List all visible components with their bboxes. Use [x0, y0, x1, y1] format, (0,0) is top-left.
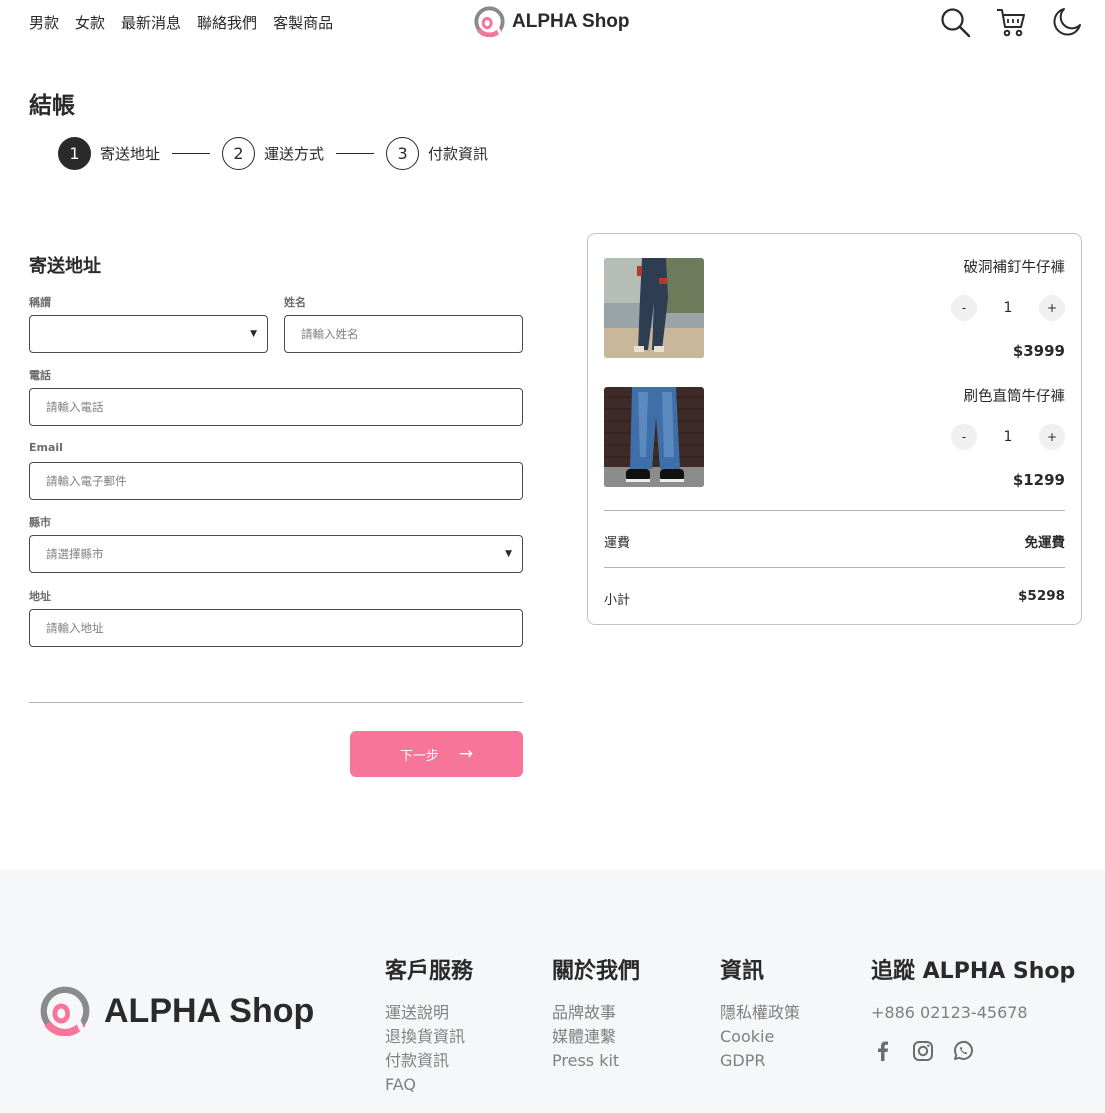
header-actions [939, 6, 1083, 38]
cart-divider [604, 567, 1065, 568]
name-input[interactable]: 請輸入姓名 [284, 315, 523, 353]
name-label: 姓名 [284, 296, 306, 309]
instagram-icon[interactable] [911, 1039, 935, 1063]
footer-info: 資訊 隱私權政策 Cookie GDPR [720, 953, 800, 1073]
site-header: 男款 女款 最新消息 聯絡我們 客製商品 ALPHA Shop [0, 0, 1105, 44]
decrease-quantity-button[interactable]: - [951, 295, 977, 321]
subtotal-label: 小計 [604, 593, 631, 608]
product-image [604, 387, 704, 487]
whatsapp-icon[interactable] [951, 1039, 975, 1063]
step-address: 1 寄送地址 [58, 137, 160, 170]
nav-item-news[interactable]: 最新消息 [121, 12, 181, 33]
footer-customer-service: 客戶服務 運送說明 退換貨資訊 付款資訊 FAQ [385, 953, 473, 1097]
main-nav: 男款 女款 最新消息 聯絡我們 客製商品 [29, 12, 333, 33]
salutation-label: 稱謂 [29, 296, 51, 309]
address-label: 地址 [29, 590, 51, 603]
footer-heading: 資訊 [720, 959, 765, 984]
footer-link-faq[interactable]: FAQ [385, 1073, 473, 1097]
footer-heading: 客戶服務 [385, 959, 474, 984]
footer-link-privacy[interactable]: 隱私權政策 [720, 1001, 800, 1025]
footer-link-payment[interactable]: 付款資訊 [385, 1049, 473, 1073]
next-step-button[interactable]: 下一步 → [350, 731, 523, 777]
straight-jeans-image [604, 387, 704, 487]
checkout-stepper: 1 寄送地址 2 運送方式 3 付款資訊 [58, 137, 488, 170]
phone-input[interactable]: 請輸入電話 [29, 388, 523, 426]
city-select[interactable]: 請選擇縣市 ▼ [29, 535, 523, 573]
step-label: 寄送地址 [100, 145, 161, 163]
cart-icon[interactable] [995, 6, 1027, 38]
cart-summary: 破洞補釘牛仔褲 - 1 + $3999 刷色直筒牛仔褲 - 1 + $1299 … [587, 233, 1082, 625]
city-value: 請選擇縣市 [46, 547, 104, 561]
step-connector [172, 153, 211, 154]
nav-item-contact[interactable]: 聯絡我們 [197, 12, 257, 33]
increase-quantity-button[interactable]: + [1039, 295, 1065, 321]
step-number: 2 [222, 137, 256, 170]
address-input[interactable]: 請輸入地址 [29, 609, 523, 647]
product-price: $1299 [1012, 471, 1065, 489]
footer-link-shipping[interactable]: 運送說明 [385, 1001, 473, 1025]
arrow-right-icon: → [458, 744, 474, 764]
product-name: 破洞補釘牛仔褲 [963, 260, 1066, 276]
shipping-label: 運費 [604, 536, 631, 551]
footer-link-press-kit[interactable]: Press kit [552, 1049, 640, 1073]
product-image [604, 258, 704, 358]
alpha-logo-icon [474, 6, 505, 37]
quantity-value: 1 [1003, 300, 1013, 316]
social-links [871, 1039, 1075, 1063]
product-price: $3999 [1012, 342, 1065, 360]
nav-item-women[interactable]: 女款 [75, 12, 105, 33]
footer-logo[interactable]: ALPHA Shop [40, 986, 314, 1036]
nav-item-custom[interactable]: 客製商品 [273, 12, 333, 33]
search-icon[interactable] [939, 6, 971, 38]
step-number: 1 [58, 137, 91, 170]
alpha-logo-icon [40, 986, 90, 1036]
footer-link-cookie[interactable]: Cookie [720, 1025, 800, 1049]
logo-text: ALPHA Shop [104, 991, 315, 1030]
phone-label: 電話 [29, 369, 51, 382]
step-label: 運送方式 [264, 145, 325, 163]
step-label: 付款資訊 [428, 145, 489, 163]
page-title: 結帳 [29, 93, 75, 119]
next-step-label: 下一步 [399, 748, 439, 764]
footer-heading: 追蹤 ALPHA Shop [871, 959, 1076, 984]
form-divider [29, 702, 523, 703]
increase-quantity-button[interactable]: + [1039, 424, 1065, 450]
facebook-icon[interactable] [871, 1039, 895, 1063]
city-label: 縣市 [29, 516, 51, 529]
footer-link-brand-story[interactable]: 品牌故事 [552, 1001, 640, 1025]
footer-heading: 關於我們 [552, 959, 641, 984]
nav-item-men[interactable]: 男款 [29, 12, 59, 33]
email-input[interactable]: 請輸入電子郵件 [29, 462, 523, 500]
moon-icon[interactable] [1051, 6, 1083, 38]
footer-link-gdpr[interactable]: GDPR [720, 1049, 800, 1073]
step-payment: 3 付款資訊 [386, 137, 488, 170]
salutation-select[interactable]: ▼ [29, 315, 268, 353]
email-label: Email [29, 441, 63, 454]
quantity-value: 1 [1003, 429, 1013, 445]
logo-text: ALPHA Shop [512, 10, 630, 32]
subtotal-value: $5298 [1018, 588, 1065, 604]
ripped-jeans-image [604, 258, 704, 358]
site-footer: ALPHA Shop 客戶服務 運送說明 退換貨資訊 付款資訊 FAQ 關於我們… [0, 869, 1105, 1113]
caret-down-icon: ▼ [505, 549, 512, 559]
header-logo[interactable]: ALPHA Shop [474, 6, 630, 37]
step-number: 3 [386, 137, 420, 170]
decrease-quantity-button[interactable]: - [951, 424, 977, 450]
footer-about: 關於我們 品牌故事 媒體連繫 Press kit [552, 953, 640, 1073]
cart-divider [604, 510, 1065, 511]
shipping-value: 免運費 [1024, 535, 1066, 551]
product-name: 刷色直筒牛仔褲 [963, 389, 1066, 405]
footer-phone[interactable]: +886 02123-45678 [871, 1001, 1075, 1025]
footer-link-returns[interactable]: 退換貨資訊 [385, 1025, 473, 1049]
step-connector [336, 153, 375, 154]
footer-link-media[interactable]: 媒體連繫 [552, 1025, 640, 1049]
footer-follow: 追蹤 ALPHA Shop +886 02123-45678 [871, 953, 1075, 1063]
caret-down-icon: ▼ [250, 329, 257, 339]
form-title: 寄送地址 [29, 256, 101, 277]
step-shipping: 2 運送方式 [222, 137, 324, 170]
